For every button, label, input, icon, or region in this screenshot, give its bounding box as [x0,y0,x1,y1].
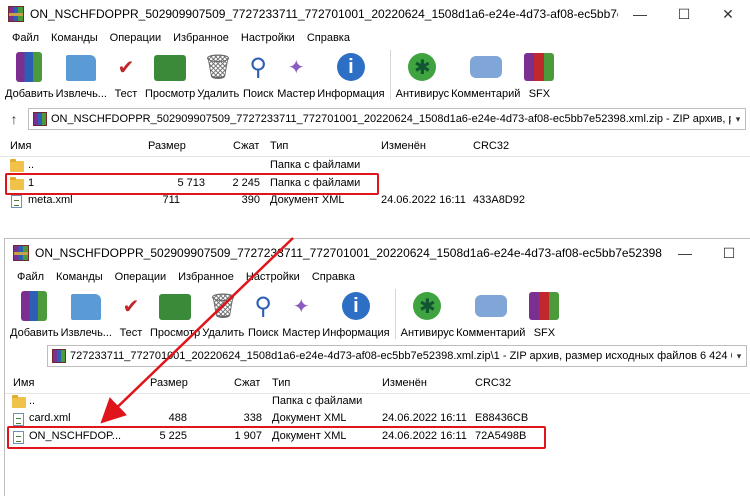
annotation-arrow [100,237,294,424]
